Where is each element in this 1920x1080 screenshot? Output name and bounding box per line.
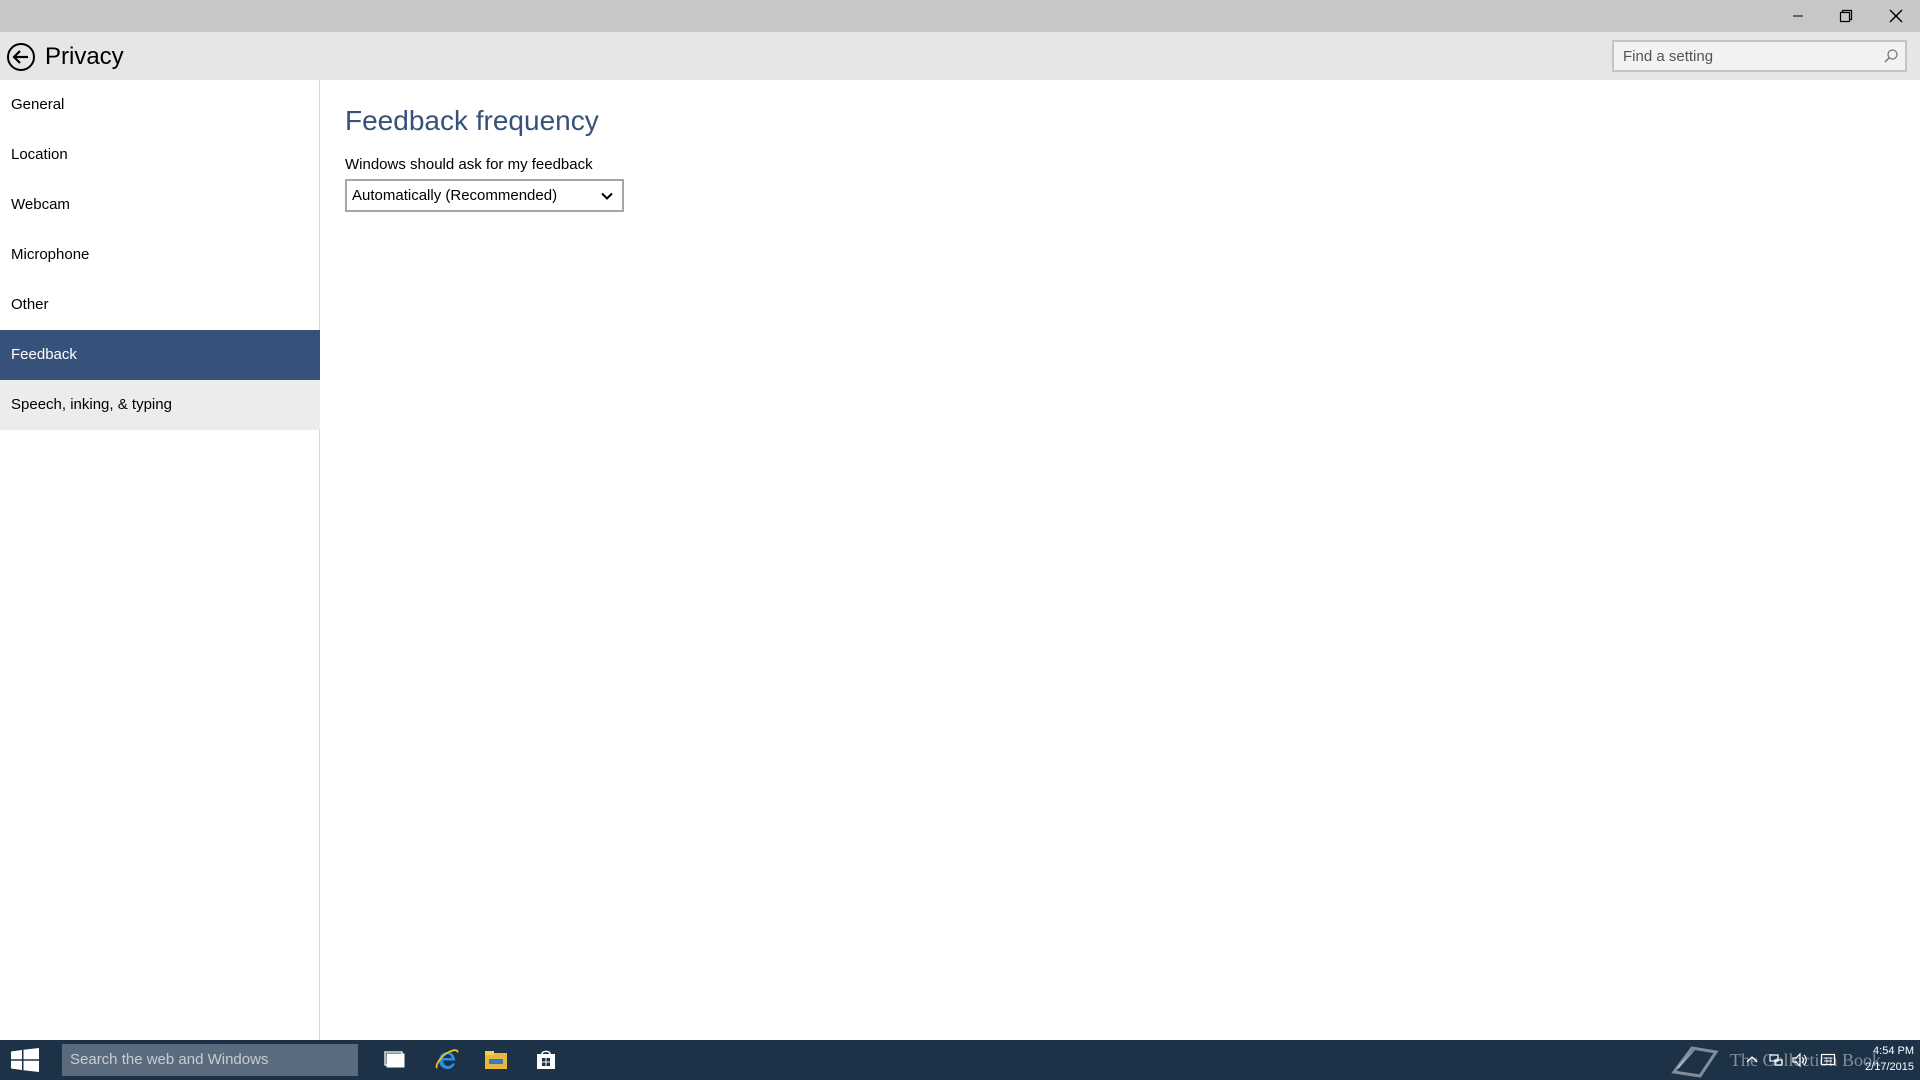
minimize-button[interactable] — [1774, 0, 1822, 32]
section-title: Feedback frequency — [345, 105, 599, 136]
clock-time: 4:54 PM — [1873, 1045, 1914, 1057]
restore-icon — [1839, 9, 1853, 23]
sidebar-item-webcam[interactable]: Webcam — [0, 180, 320, 230]
action-center-icon[interactable] — [1820, 1052, 1836, 1068]
close-icon — [1889, 9, 1903, 23]
system-clock[interactable]: 4:54 PM 2/17/2015 — [1844, 1043, 1914, 1075]
search-icon[interactable] — [1883, 48, 1899, 64]
sidebar-item-other[interactable]: Other — [0, 280, 320, 330]
task-view-icon — [384, 1051, 405, 1068]
task-view-button[interactable] — [371, 1040, 419, 1080]
taskbar: Search the web and Windows The Collectio… — [0, 1040, 1920, 1080]
internet-explorer-icon — [435, 1049, 459, 1069]
back-button[interactable] — [5, 41, 37, 73]
clock-date: 2/17/2015 — [1865, 1061, 1914, 1073]
chevron-up-icon[interactable] — [1744, 1052, 1760, 1068]
close-button[interactable] — [1872, 0, 1920, 32]
feedback-frequency-dropdown[interactable]: Automatically (Recommended) — [345, 179, 624, 212]
chevron-down-icon — [601, 192, 613, 200]
minimize-icon — [1793, 15, 1803, 17]
book-logo-icon — [1671, 1046, 1719, 1078]
file-explorer-button[interactable] — [472, 1040, 520, 1080]
sidebar-item-location[interactable]: Location — [0, 130, 320, 180]
windows-logo-icon — [11, 1048, 39, 1072]
sidebar-item-microphone[interactable]: Microphone — [0, 230, 320, 280]
sidebar-item-general[interactable]: General — [0, 80, 320, 130]
start-button[interactable] — [0, 1040, 50, 1080]
network-icon[interactable] — [1768, 1052, 1784, 1068]
search-input[interactable] — [1614, 42, 1905, 70]
sidebar-nav: General Location Webcam Microphone Other… — [0, 80, 320, 1040]
internet-explorer-button[interactable] — [423, 1040, 471, 1080]
taskbar-search-box[interactable]: Search the web and Windows — [62, 1044, 358, 1076]
store-button[interactable] — [522, 1040, 570, 1080]
sidebar-item-speech-inking-typing[interactable]: Speech, inking, & typing — [0, 380, 320, 430]
main-content: Feedback frequency Windows should ask fo… — [321, 80, 1920, 1040]
feedback-frequency-label: Windows should ask for my feedback — [345, 156, 593, 173]
find-setting-search[interactable] — [1612, 40, 1907, 72]
settings-header: Privacy — [0, 32, 1920, 80]
sidebar-item-feedback[interactable]: Feedback — [0, 330, 320, 380]
volume-icon[interactable] — [1792, 1052, 1808, 1068]
store-icon — [537, 1050, 555, 1069]
restore-button[interactable] — [1822, 0, 1870, 32]
back-arrow-icon — [7, 43, 35, 71]
dropdown-selected-value: Automatically (Recommended) — [352, 187, 558, 204]
file-explorer-icon — [485, 1051, 507, 1069]
page-title: Privacy — [45, 43, 124, 70]
title-bar — [0, 0, 1920, 32]
